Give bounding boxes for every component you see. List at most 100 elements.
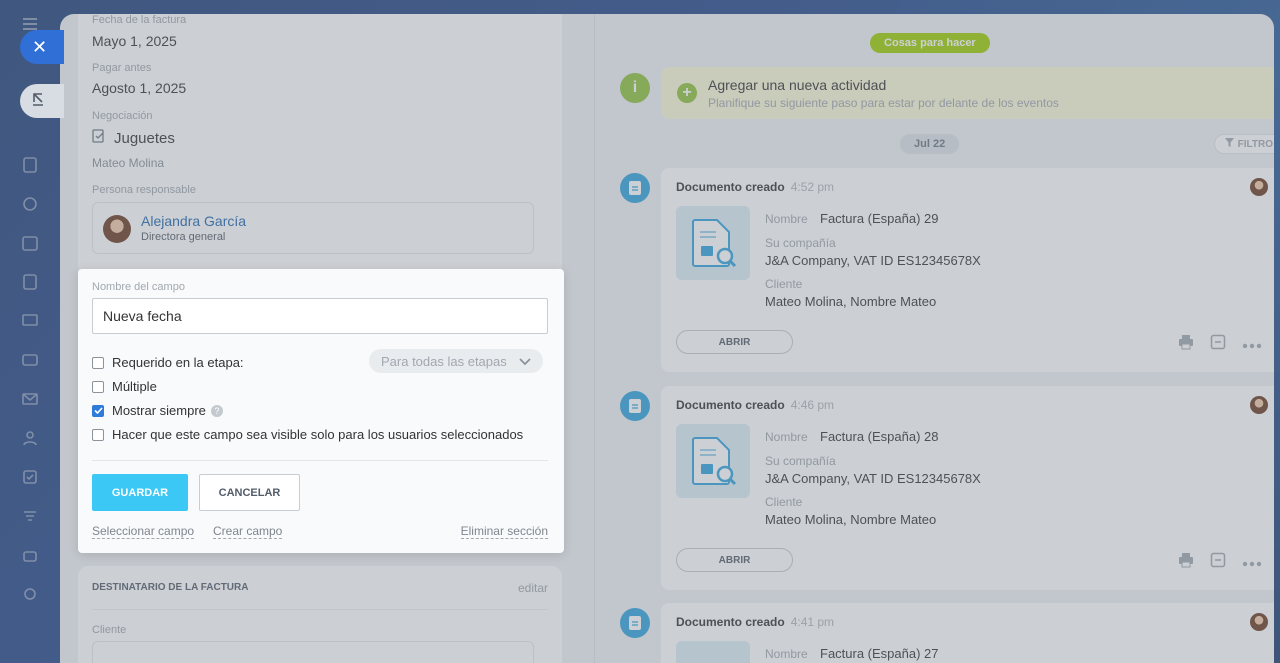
filter-label: FILTRO bbox=[1237, 138, 1273, 150]
timeline: Cosas para hacer i + Agregar una nueva a… bbox=[620, 14, 1274, 663]
deal-icon bbox=[92, 128, 106, 148]
contact-name: Mateo Molina bbox=[92, 156, 165, 170]
card-nav-icon[interactable] bbox=[20, 350, 40, 370]
document-icon bbox=[620, 391, 650, 421]
document-card-header: Documento creado 4:52 pm bbox=[676, 180, 834, 194]
add-activity-card[interactable]: + Agregar una nueva actividad Planifique… bbox=[661, 67, 1274, 119]
filter-nav-icon[interactable] bbox=[20, 506, 40, 526]
company-value: J&A Company, VAT ID ES12345678X bbox=[765, 253, 981, 268]
print-icon[interactable] bbox=[1178, 552, 1194, 573]
chevron-down-icon bbox=[519, 354, 531, 369]
pin-icon bbox=[31, 92, 45, 111]
create-field-link[interactable]: Crear campo bbox=[213, 524, 283, 539]
help-icon[interactable]: ? bbox=[210, 404, 223, 417]
document-title: Documento creado bbox=[676, 615, 785, 629]
todo-subtitle: Planifique su siguiente paso para estar … bbox=[708, 96, 1059, 110]
author-avatar[interactable] bbox=[1250, 613, 1268, 631]
open-button[interactable]: ABRIR bbox=[676, 548, 793, 572]
deal-value: Juguetes bbox=[114, 129, 175, 147]
document-card: Documento creado 4:52 pm Nombre Factura (… bbox=[661, 168, 1274, 372]
responsible-label: Persona responsable bbox=[92, 184, 196, 196]
robot-nav-icon[interactable] bbox=[20, 545, 40, 565]
document-name: Factura (España) 27 bbox=[820, 646, 939, 661]
visible-checkbox[interactable] bbox=[92, 428, 104, 441]
cancel-button[interactable]: CANCELAR bbox=[199, 474, 300, 511]
document-card-header: Documento creado 4:46 pm bbox=[676, 398, 834, 412]
filter-icon bbox=[1224, 138, 1234, 150]
pay-before-value[interactable]: Agosto 1, 2025 bbox=[92, 80, 186, 96]
stage-select[interactable]: Para todas las etapas bbox=[369, 349, 543, 373]
file-nav-icon[interactable] bbox=[20, 272, 40, 292]
company-value: J&A Company, VAT ID ES12345678X bbox=[765, 471, 981, 486]
client-value: Mateo Molina, Nombre Mateo bbox=[765, 512, 937, 527]
always-label: Mostrar siempre bbox=[112, 403, 206, 418]
multiple-label: Múltiple bbox=[112, 379, 157, 394]
author-avatar[interactable] bbox=[1250, 396, 1268, 414]
more-icon[interactable] bbox=[1242, 554, 1262, 572]
document-name: Factura (España) 29 bbox=[820, 211, 939, 226]
invoice-date-value[interactable]: Mayo 1, 2025 bbox=[92, 33, 177, 49]
note-icon[interactable] bbox=[1210, 334, 1226, 355]
invoice-date-label: Fecha de la factura bbox=[92, 14, 187, 26]
gear-nav-icon[interactable] bbox=[20, 584, 40, 604]
visible-option[interactable]: Hacer que este campo sea visible solo pa… bbox=[92, 427, 523, 442]
field-name-input[interactable]: Nueva fecha bbox=[92, 298, 548, 334]
document-name: Factura (España) 28 bbox=[820, 429, 939, 444]
field-editor-popup: Nombre del campo Nueva fecha Requerido e… bbox=[78, 269, 564, 553]
recipient-title: DESTINATARIO DE LA FACTURA bbox=[92, 582, 249, 593]
author-avatar[interactable] bbox=[1250, 178, 1268, 196]
document-title: Documento creado bbox=[676, 180, 785, 194]
print-icon[interactable] bbox=[1178, 334, 1194, 355]
plus-icon: + bbox=[677, 83, 697, 103]
responsible-name[interactable]: Alejandra García bbox=[141, 213, 246, 229]
document-card: Documento creado 4:41 pm Nombre Factura (… bbox=[661, 603, 1274, 663]
calendar-nav-icon[interactable] bbox=[20, 233, 40, 253]
stage-select-value: Para todas las etapas bbox=[381, 353, 507, 369]
save-button[interactable]: GUARDAR bbox=[92, 474, 188, 511]
todo-pill: Cosas para hacer bbox=[870, 33, 990, 53]
more-icon[interactable] bbox=[1242, 336, 1262, 354]
users-nav-icon[interactable] bbox=[20, 428, 40, 448]
open-button[interactable]: ABRIR bbox=[676, 330, 793, 354]
required-checkbox[interactable] bbox=[92, 356, 104, 369]
required-option[interactable]: Requerido en la etapa: bbox=[92, 355, 244, 370]
settings-nav-icon[interactable] bbox=[20, 194, 40, 214]
tasks-nav-icon[interactable] bbox=[20, 467, 40, 487]
mail-nav-icon[interactable] bbox=[20, 389, 40, 409]
filter-button[interactable]: FILTRO bbox=[1213, 134, 1274, 154]
document-preview-icon[interactable] bbox=[676, 206, 750, 280]
document-card: Documento creado 4:46 pm Nombre Factura (… bbox=[661, 386, 1274, 590]
date-pill: Jul 22 bbox=[900, 134, 960, 154]
client-box[interactable] bbox=[92, 641, 534, 663]
always-checkbox[interactable] bbox=[92, 404, 104, 417]
document-time: 4:46 pm bbox=[790, 398, 835, 412]
always-option[interactable]: Mostrar siempre ? bbox=[92, 403, 223, 418]
pin-button[interactable] bbox=[20, 84, 64, 118]
responsible-box[interactable]: Alejandra García Directora general bbox=[92, 202, 534, 254]
company-label: Su compañía bbox=[765, 454, 836, 468]
multiple-checkbox[interactable] bbox=[92, 380, 104, 393]
visible-label: Hacer que este campo sea visible solo pa… bbox=[112, 427, 524, 442]
document-card-header: Documento creado 4:41 pm bbox=[676, 615, 834, 629]
multiple-option[interactable]: Múltiple bbox=[92, 379, 157, 394]
note-icon[interactable] bbox=[1210, 552, 1226, 573]
document-preview-icon[interactable] bbox=[676, 424, 750, 498]
document-nav-icon[interactable] bbox=[20, 155, 40, 175]
pay-before-label: Pagar antes bbox=[92, 62, 152, 74]
client-label: Cliente bbox=[765, 495, 803, 509]
delete-section-link[interactable]: Eliminar sección bbox=[460, 524, 548, 539]
board-nav-icon[interactable] bbox=[20, 311, 40, 331]
deal-link[interactable]: Juguetes bbox=[92, 128, 175, 148]
column-divider bbox=[594, 14, 595, 663]
client-label: Cliente bbox=[92, 624, 127, 636]
document-preview-icon[interactable] bbox=[676, 641, 750, 663]
document-time: 4:41 pm bbox=[790, 615, 835, 629]
close-button[interactable]: ✕ bbox=[20, 30, 64, 64]
document-title: Documento creado bbox=[676, 398, 785, 412]
recipient-divider bbox=[92, 609, 548, 610]
required-label: Requerido en la etapa: bbox=[112, 355, 244, 370]
select-field-link[interactable]: Seleccionar campo bbox=[92, 524, 195, 539]
recipient-edit-link[interactable]: editar bbox=[518, 581, 548, 595]
invoice-info-card: Fecha de la factura Mayo 1, 2025 Pagar a… bbox=[78, 14, 562, 284]
name-label: Nombre bbox=[765, 430, 808, 444]
